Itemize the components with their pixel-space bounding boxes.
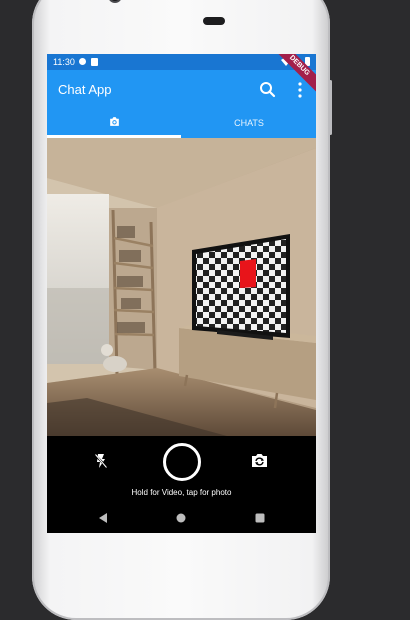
tab-chats[interactable]: CHATS [182,110,316,138]
device-screen: 11:30 Chat App CHATS DEBUG Hold for Vide… [47,54,316,533]
tv-red-marker [240,259,256,288]
switch-camera-icon[interactable] [251,453,268,468]
earpiece-speaker [203,17,225,25]
camera-icon [110,117,119,126]
flash-off-icon[interactable] [94,453,108,469]
nav-back-icon[interactable] [99,513,108,523]
camera-controls: Hold for Video, tap for photo [47,436,316,504]
front-camera [110,0,120,1]
tab-chats-label: CHATS [234,118,264,128]
nav-home-icon[interactable] [176,513,186,523]
app-title: Chat App [58,82,112,97]
system-nav-bar [47,504,316,533]
camera-hint: Hold for Video, tap for photo [131,488,232,497]
shutter-button[interactable] [163,443,201,481]
app-bar: Chat App [47,70,316,110]
nav-recents-icon[interactable] [255,513,265,523]
search-icon[interactable] [256,78,280,102]
volume-button [329,80,332,135]
sd-card-icon [91,58,98,66]
camera-preview-image [47,138,316,436]
tab-camera[interactable] [47,110,181,138]
camera-preview [47,138,316,436]
status-time: 11:30 [53,57,75,67]
tab-bar: CHATS [47,110,316,138]
status-bar: 11:30 [47,54,316,70]
status-notification-icon [79,58,86,65]
